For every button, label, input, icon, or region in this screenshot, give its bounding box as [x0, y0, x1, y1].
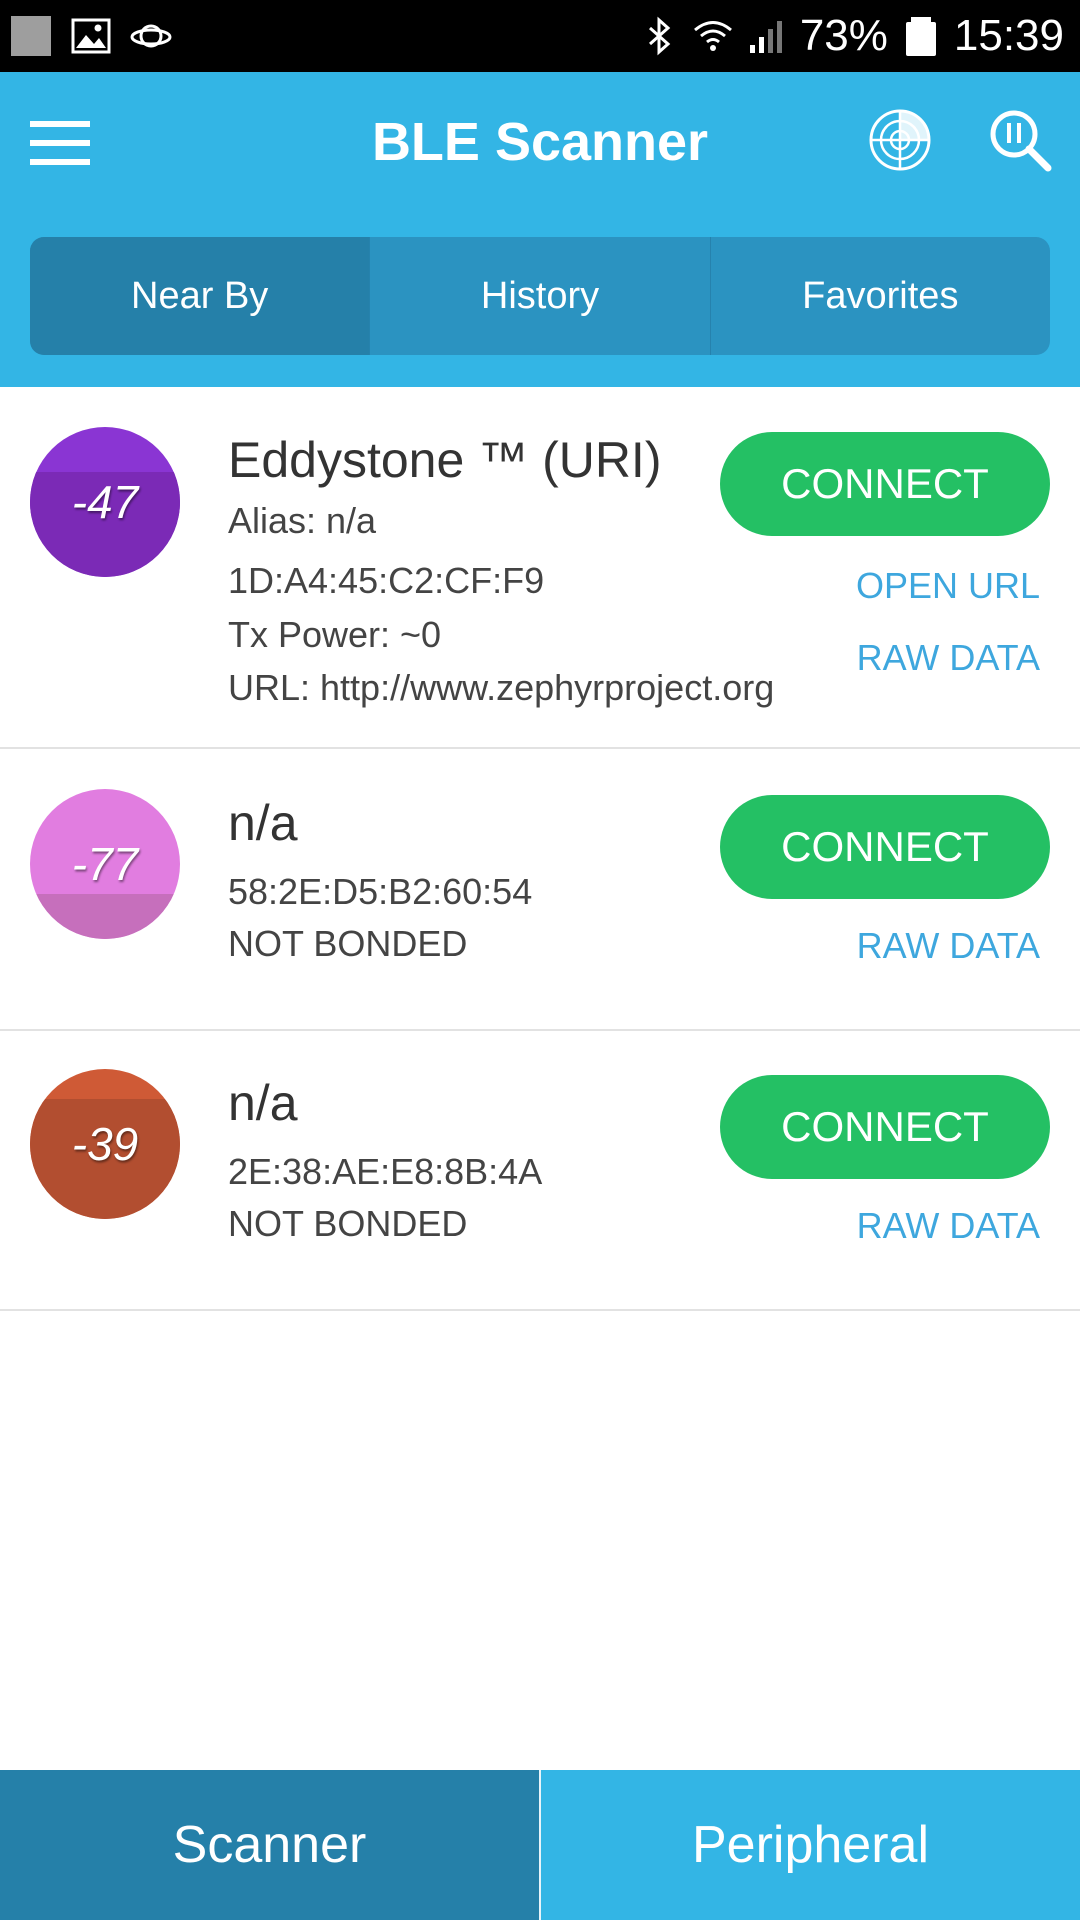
battery-percent: 73%	[799, 11, 888, 60]
rssi-badge-lower	[30, 894, 180, 939]
raw-data-button[interactable]: RAW DATA	[857, 1205, 1040, 1247]
gallery-icon	[71, 18, 111, 54]
connect-button[interactable]: CONNECT	[720, 432, 1050, 536]
battery-icon	[905, 17, 936, 56]
tab-bar: Near By History Favorites	[30, 237, 1050, 355]
device-bond-state: NOT BONDED	[228, 1203, 468, 1244]
wifi-icon	[693, 21, 732, 51]
device-name: n/a	[228, 1075, 298, 1131]
radar-button[interactable]	[868, 108, 932, 172]
device-bond-state: NOT BONDED	[228, 923, 468, 964]
rssi-value: -77	[71, 838, 139, 890]
notification-square-icon	[11, 16, 51, 56]
device-tx-power: Tx Power: ~0	[228, 614, 442, 655]
nav-peripheral[interactable]: Peripheral	[541, 1770, 1080, 1920]
signal-icon	[749, 21, 782, 53]
connect-button[interactable]: CONNECT	[720, 795, 1050, 899]
device-address: 1D:A4:45:C2:CF:F9	[228, 560, 545, 601]
device-list-item[interactable]: -77 n/a 58:2E:D5:B2:60:54 NOT BONDED CON…	[0, 749, 1080, 1031]
rssi-badge: -77	[30, 789, 180, 939]
device-list-item[interactable]: -39 n/a 2E:38:AE:E8:8B:4A NOT BONDED CON…	[0, 1031, 1080, 1311]
raw-data-button[interactable]: RAW DATA	[857, 925, 1040, 967]
device-alias: Alias: n/a	[228, 500, 377, 541]
app-bar: BLE Scanner Near By History Favorites	[0, 72, 1080, 387]
device-name: Eddystone ™ (URI)	[228, 432, 662, 488]
device-address: 58:2E:D5:B2:60:54	[228, 871, 533, 912]
rssi-badge: -47	[30, 427, 180, 577]
clock: 15:39	[953, 11, 1064, 60]
device-address: 2E:38:AE:E8:8B:4A	[228, 1151, 543, 1192]
raw-data-button[interactable]: RAW DATA	[857, 637, 1040, 679]
device-name: n/a	[228, 795, 298, 851]
rssi-value: -39	[71, 1118, 139, 1170]
tab-near-by[interactable]: Near By	[30, 237, 370, 355]
connect-button[interactable]: CONNECT	[720, 1075, 1050, 1179]
search-button[interactable]	[988, 108, 1052, 172]
rssi-value: -47	[71, 476, 139, 528]
status-bar: 73% 15:39	[0, 0, 1080, 72]
device-url: URL: http://www.zephyrproject.org	[228, 667, 775, 708]
tab-favorites[interactable]: Favorites	[709, 237, 1050, 355]
device-list-item[interactable]: -47 Eddystone ™ (URI) Alias: n/a 1D:A4:4…	[0, 387, 1080, 749]
search-icon	[990, 110, 1052, 172]
tab-history[interactable]: History	[369, 237, 709, 355]
bluetooth-icon	[648, 16, 671, 56]
open-url-button[interactable]: OPEN URL	[856, 565, 1040, 607]
radar-icon	[869, 109, 931, 171]
nav-scanner[interactable]: Scanner	[0, 1770, 541, 1920]
rssi-badge: -39	[30, 1069, 180, 1219]
bottom-navigation: Scanner Peripheral	[0, 1770, 1080, 1920]
planet-icon	[130, 24, 172, 48]
